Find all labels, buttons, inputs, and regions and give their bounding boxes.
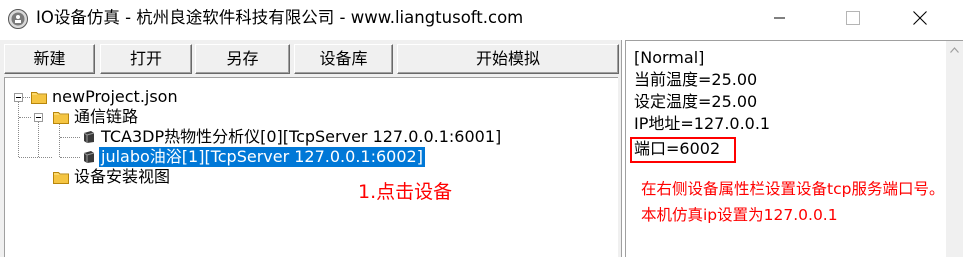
maximize-button[interactable] <box>830 0 876 36</box>
minimize-button[interactable] <box>757 0 803 36</box>
minimize-icon <box>774 17 785 19</box>
vertical-scrollbar[interactable] <box>946 41 963 257</box>
device-icon <box>83 151 95 163</box>
project-tree[interactable]: newProject.json 通信链路 TCA3DP热物性分析仪[0][Tcp… <box>4 77 618 257</box>
device-library-button[interactable]: 设备库 <box>294 44 393 74</box>
scroll-up-button[interactable] <box>946 41 963 58</box>
tree-connector <box>19 117 31 118</box>
tree-node-label: 设备安装视图 <box>74 167 171 186</box>
start-simulation-button[interactable]: 开始模拟 <box>397 44 619 74</box>
port-highlight-box <box>630 137 736 163</box>
property-set-temp: 设定温度=25.00 <box>634 92 758 111</box>
folder-icon <box>53 112 69 124</box>
folder-icon <box>53 172 69 184</box>
annotation-click-device: 1.点击设备 <box>358 181 453 203</box>
title-bar: IO设备仿真 - 杭州良途软件科技有限公司 - www.liangtusoft.… <box>0 0 963 38</box>
device-icon <box>83 131 95 143</box>
maximize-icon <box>846 11 860 25</box>
tree-node-label: newProject.json <box>52 87 178 106</box>
open-button[interactable]: 打开 <box>100 44 192 74</box>
collapse-icon[interactable] <box>34 113 43 122</box>
close-button[interactable] <box>897 0 943 36</box>
tree-connector <box>22 97 30 98</box>
new-button[interactable]: 新建 <box>4 44 95 74</box>
save-as-button[interactable]: 另存 <box>195 44 290 74</box>
property-ip-address: IP地址=127.0.0.1 <box>634 114 771 133</box>
tree-node-label: julabo油浴[1][TcpServer 127.0.0.1:6002] <box>99 147 425 167</box>
property-current-temp: 当前温度=25.00 <box>634 70 758 89</box>
property-section: [Normal] <box>634 48 705 67</box>
app-logo-icon <box>8 9 28 29</box>
tree-connector <box>59 122 60 157</box>
tree-connector <box>38 122 39 157</box>
tree-connector <box>60 157 80 158</box>
folder-icon <box>31 92 47 104</box>
collapse-icon[interactable] <box>14 93 23 102</box>
tree-node-label: 通信链路 <box>74 107 139 126</box>
tree-connector <box>19 157 52 158</box>
chevron-up-icon <box>950 46 959 53</box>
tree-connector <box>18 97 19 157</box>
project-pane: 新建 打开 另存 设备库 开始模拟 newProject.json 通信链路 T… <box>0 40 622 257</box>
close-icon <box>913 11 927 25</box>
window-title: IO设备仿真 - 杭州良途软件科技有限公司 - www.liangtusoft.… <box>36 8 524 27</box>
properties-pane[interactable]: [Normal] 当前温度=25.00 设定温度=25.00 IP地址=127.… <box>625 40 963 257</box>
tree-node-label: TCA3DP热物性分析仪[0][TcpServer 127.0.0.1:6001… <box>101 127 502 146</box>
tree-connector <box>60 137 80 138</box>
annotation-port-instructions: 在右侧设备属性栏设置设备tcp服务端口号。本机仿真ip设置为127.0.0.1 <box>641 180 945 224</box>
